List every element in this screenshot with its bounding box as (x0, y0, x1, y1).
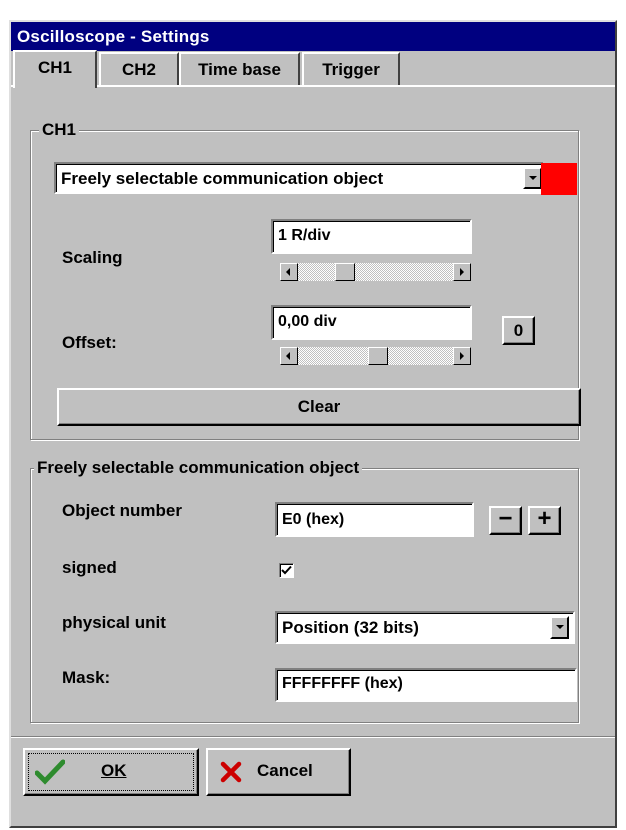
increment-button[interactable]: + (528, 506, 561, 535)
cancel-button-label: Cancel (257, 761, 313, 780)
tab-time-base-label: Time base (198, 60, 281, 79)
scaling-field[interactable]: 1 R/div (271, 219, 472, 254)
window-title: Oscilloscope - Settings (17, 27, 210, 46)
title-bar: Oscilloscope - Settings (11, 22, 615, 51)
mask-field[interactable]: FFFFFFFF (hex) (275, 668, 577, 702)
plus-icon: + (537, 505, 552, 532)
x-icon (220, 761, 242, 783)
tab-trigger[interactable]: Trigger (302, 52, 400, 85)
physical-unit-select[interactable]: Position (32 bits) (275, 611, 575, 644)
physical-unit-label: physical unit (62, 613, 166, 632)
scaling-label: Scaling (62, 248, 123, 267)
scroll-right-arrow[interactable] (453, 347, 471, 365)
minus-icon: − (498, 505, 513, 532)
tab-ch2[interactable]: CH2 (99, 52, 179, 85)
channel-color-swatch[interactable] (541, 163, 577, 195)
tab-ch1-label: CH1 (37, 58, 72, 77)
source-select[interactable]: Freely selectable communication object (54, 162, 544, 194)
cancel-button[interactable]: Cancel (206, 748, 351, 796)
footer-separator (11, 736, 615, 738)
offset-zero-label: 0 (513, 321, 524, 340)
comm-object-group-title: Freely selectable communication object (34, 458, 363, 478)
clear-button-label: Clear (297, 397, 341, 416)
check-mark-icon (281, 565, 292, 575)
physical-unit-dropdown-button[interactable] (550, 616, 569, 639)
scroll-left-arrow[interactable] (280, 263, 298, 281)
tab-trigger-label: Trigger (322, 60, 380, 79)
offset-scrollbar[interactable] (279, 346, 472, 366)
scaling-value: 1 R/div (278, 227, 331, 244)
chevron-down-icon (556, 625, 564, 629)
offset-scroll-thumb[interactable] (368, 347, 388, 365)
tab-time-base[interactable]: Time base (179, 52, 300, 85)
mask-value: FFFFFFFF (hex) (282, 675, 403, 692)
signed-checkbox[interactable] (279, 563, 294, 578)
triangle-left-icon (286, 268, 290, 276)
source-select-value: Freely selectable communication object (61, 169, 384, 188)
tab-ch2-label: CH2 (121, 60, 156, 79)
physical-unit-value: Position (32 bits) (282, 618, 419, 637)
object-number-field[interactable]: E0 (hex) (275, 502, 474, 537)
offset-value: 0,00 div (278, 313, 337, 330)
offset-field[interactable]: 0,00 div (271, 305, 472, 340)
tab-ch1[interactable]: CH1 (13, 50, 97, 88)
ch1-group-title: CH1 (39, 120, 80, 140)
settings-window: Oscilloscope - Settings CH1 CH2 Time bas… (9, 20, 617, 828)
mask-label: Mask: (62, 668, 111, 687)
scroll-left-arrow[interactable] (280, 347, 298, 365)
clear-button[interactable]: Clear (57, 388, 581, 426)
scaling-scrollbar[interactable] (279, 262, 472, 282)
triangle-right-icon (460, 352, 464, 360)
scaling-scroll-thumb[interactable] (335, 263, 355, 281)
object-number-label: Object number (62, 501, 182, 520)
offset-zero-button[interactable]: 0 (502, 316, 535, 345)
chevron-down-icon (529, 176, 537, 180)
offset-label: Offset: (62, 333, 117, 352)
ok-button-label: OK (101, 761, 127, 780)
triangle-right-icon (460, 268, 464, 276)
ok-button[interactable]: OK (23, 748, 199, 796)
triangle-left-icon (286, 352, 290, 360)
tab-strip-line (11, 85, 615, 88)
checkmark-icon (35, 759, 65, 785)
signed-label: signed (62, 558, 117, 577)
object-number-value: E0 (hex) (282, 511, 345, 528)
source-select-dropdown-button[interactable] (523, 167, 542, 189)
decrement-button[interactable]: − (489, 506, 522, 535)
scroll-right-arrow[interactable] (453, 263, 471, 281)
